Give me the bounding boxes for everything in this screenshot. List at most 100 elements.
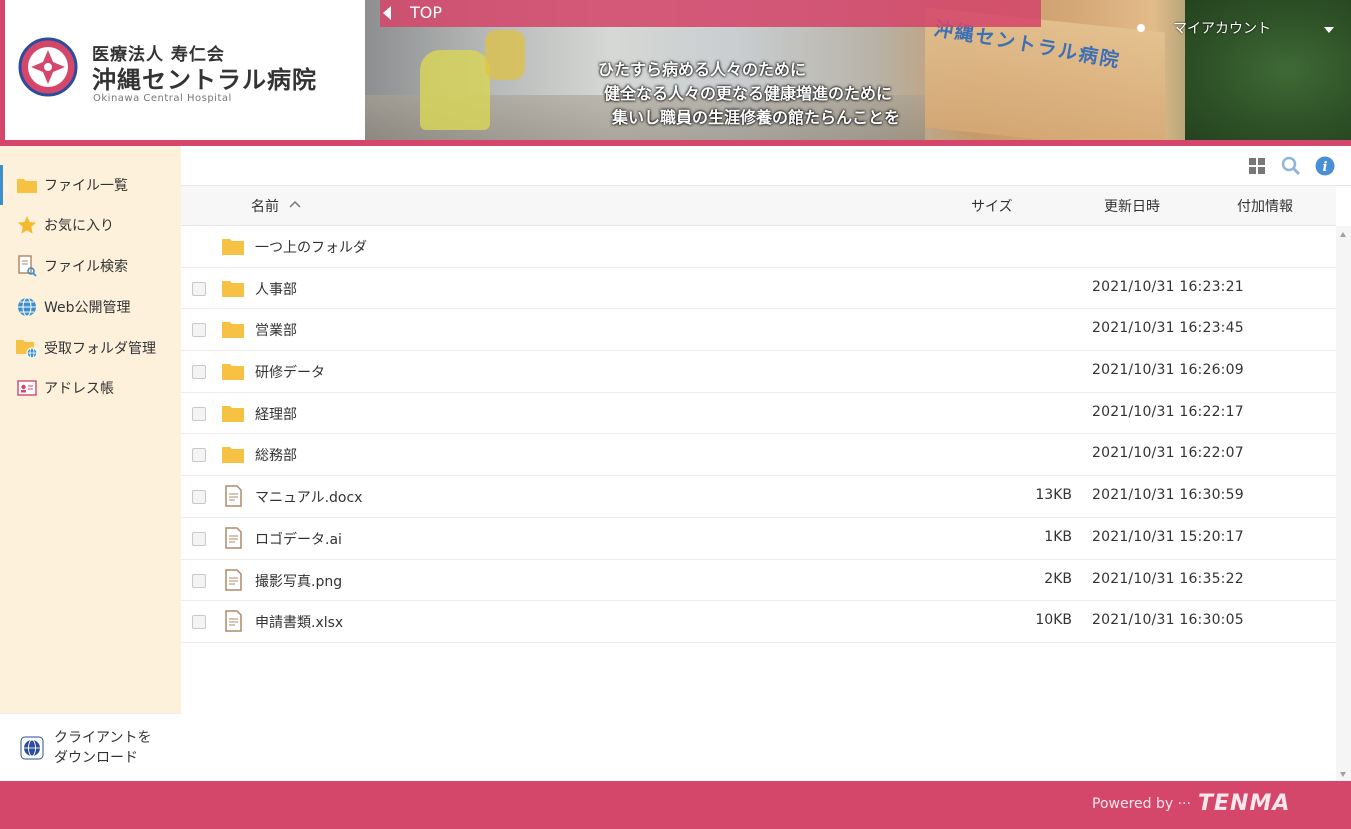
client-download-button[interactable]: クライアントを ダウンロード <box>0 713 181 781</box>
footer: Powered by ··· TENMA <box>0 781 1351 829</box>
file-list-header: 名前 サイズ 更新日時 付加情報 <box>181 186 1336 226</box>
row-checkbox[interactable] <box>192 406 206 421</box>
file-modified: 2021/10/31 16:22:07 <box>1092 445 1244 462</box>
back-arrow-icon[interactable] <box>383 6 391 20</box>
header: 医療法人 寿仁会 沖縄セントラル病院 Okinawa Central Hospi… <box>0 0 1351 146</box>
file-name[interactable]: 営業部 <box>255 320 297 340</box>
sidebar-item-label: ファイル検索 <box>44 259 128 275</box>
folder-icon <box>222 405 244 422</box>
row-checkbox[interactable] <box>192 490 206 505</box>
sidebar-item-label: アドレス帳 <box>44 381 114 397</box>
sidebar-item-file-list[interactable]: ファイル一覧 <box>0 165 181 205</box>
star-icon <box>16 215 38 235</box>
row-checkbox[interactable] <box>192 448 206 463</box>
table-row[interactable]: 経理部 2021/10/31 16:22:17 <box>181 393 1336 435</box>
tagline-line: ひたすら病める人々のために <box>598 60 807 79</box>
tenma-logo: TENMA <box>1198 791 1291 816</box>
table-row[interactable]: 申請書類.xlsx 10KB 2021/10/31 16:30:05 <box>181 601 1336 643</box>
sidebar-item-label: Web公開管理 <box>44 300 131 316</box>
chevron-down-icon[interactable] <box>1324 27 1334 33</box>
client-download-line: クライアントを <box>54 729 152 746</box>
file-name[interactable]: 撮影写真.png <box>255 571 342 591</box>
file-modified: 2021/10/31 16:26:09 <box>1092 362 1244 379</box>
table-row[interactable]: ロゴデータ.ai 1KB 2021/10/31 15:20:17 <box>181 518 1336 560</box>
row-checkbox[interactable] <box>192 573 206 588</box>
file-name[interactable]: ロゴデータ.ai <box>255 529 342 549</box>
sidebar-item-web-publish[interactable]: Web公開管理 <box>0 287 181 327</box>
address-book-icon <box>16 378 38 398</box>
folder-icon <box>222 364 244 381</box>
file-modified: 2021/10/31 16:30:59 <box>1092 487 1244 504</box>
sidebar-item-label: お気に入り <box>44 218 114 234</box>
grid-view-icon[interactable] <box>1247 156 1267 176</box>
document-icon <box>225 568 242 591</box>
top-tab-label[interactable]: TOP <box>410 3 442 22</box>
folder-icon <box>222 280 244 297</box>
file-name[interactable]: 人事部 <box>255 279 297 299</box>
file-name[interactable]: 総務部 <box>255 445 297 465</box>
file-name[interactable]: 申請書類.xlsx <box>255 612 343 632</box>
file-name[interactable]: マニュアル.docx <box>255 487 362 507</box>
column-name-header[interactable]: 名前 <box>251 196 279 216</box>
sidebar-item-favorites[interactable]: お気に入り <box>0 205 181 245</box>
client-download-label: クライアントを ダウンロード <box>54 728 151 768</box>
row-checkbox[interactable] <box>192 615 206 630</box>
hospital-name: 沖縄セントラル病院 <box>92 66 317 94</box>
file-modified: 2021/10/31 16:35:22 <box>1092 570 1244 587</box>
column-modified-header[interactable]: 更新日時 <box>1104 196 1160 216</box>
info-icon[interactable]: i <box>1315 156 1335 176</box>
document-icon <box>225 610 242 632</box>
file-modified: 2021/10/31 16:22:17 <box>1092 403 1244 420</box>
sidebar-item-address-book[interactable]: アドレス帳 <box>0 368 181 408</box>
vertical-scrollbar[interactable] <box>1336 226 1351 781</box>
table-row[interactable]: 撮影写真.png 2KB 2021/10/31 16:35:22 <box>181 560 1336 602</box>
sidebar-item-file-search[interactable]: ファイル検索 <box>0 246 181 286</box>
banner-person <box>485 30 525 80</box>
file-name[interactable]: 研修データ <box>255 362 325 382</box>
file-list: 一つ上のフォルダ 人事部 2021/10/31 16:23:21 営業部 202… <box>181 226 1336 643</box>
row-checkbox[interactable] <box>192 281 206 296</box>
document-icon <box>225 485 242 507</box>
tagline-line: 集いし職員の生涯修養の館たらんことを <box>612 108 901 127</box>
row-checkbox[interactable] <box>192 531 206 546</box>
banner-person <box>420 50 490 130</box>
column-extra-header[interactable]: 付加情報 <box>1237 196 1293 216</box>
sort-ascending-icon[interactable] <box>289 200 301 208</box>
parent-folder-row[interactable]: 一つ上のフォルダ <box>181 226 1336 268</box>
row-checkbox[interactable] <box>192 323 206 338</box>
hospital-logo[interactable]: 医療法人 寿仁会 沖縄セントラル病院 Okinawa Central Hospi… <box>5 0 365 140</box>
table-row[interactable]: 研修データ 2021/10/31 16:26:09 <box>181 351 1336 393</box>
scroll-up-icon[interactable] <box>1340 232 1346 237</box>
folder-icon <box>222 322 244 339</box>
folder-globe-icon <box>16 338 38 358</box>
column-size-header[interactable]: サイズ <box>971 196 1013 216</box>
row-checkbox[interactable] <box>192 365 206 380</box>
my-account-menu[interactable]: マイアカウント <box>1137 18 1271 38</box>
file-modified: 2021/10/31 15:20:17 <box>1092 528 1244 545</box>
sidebar-item-receive-folder[interactable]: 受取フォルダ管理 <box>0 328 181 368</box>
sidebar-item-label: 受取フォルダ管理 <box>44 341 156 357</box>
globe-icon <box>16 297 38 317</box>
file-size: 2KB <box>1044 570 1072 587</box>
table-row[interactable]: 総務部 2021/10/31 16:22:07 <box>181 434 1336 477</box>
sidebar-item-label: ファイル一覧 <box>44 178 128 194</box>
scroll-down-icon[interactable] <box>1340 772 1346 777</box>
top-tab[interactable] <box>380 0 1041 27</box>
parent-folder-label[interactable]: 一つ上のフォルダ <box>255 237 367 257</box>
powered-by-label: Powered by ··· <box>1092 796 1191 812</box>
table-row[interactable]: 人事部 2021/10/31 16:23:21 <box>181 268 1336 310</box>
sidebar: ファイル一覧 お気に入り ファイル検索 Web公開管理 受取フォルダ管理 アドレ… <box>0 146 181 781</box>
banner-tagline: ひたすら病める人々のために 健全なる人々の更なる健康増進のために 集いし職員の生… <box>598 58 900 130</box>
my-account-label[interactable]: マイアカウント <box>1173 18 1271 38</box>
search-icon[interactable] <box>1281 156 1301 176</box>
svg-text:i: i <box>1323 160 1328 175</box>
hospital-name-en: Okinawa Central Hospital <box>93 93 232 104</box>
file-modified: 2021/10/31 16:23:21 <box>1092 278 1244 295</box>
file-modified: 2021/10/31 16:30:05 <box>1092 612 1244 629</box>
emblem-icon <box>18 37 78 97</box>
client-download-icon <box>20 736 44 759</box>
table-row[interactable]: マニュアル.docx 13KB 2021/10/31 16:30:59 <box>181 476 1336 518</box>
table-row[interactable]: 営業部 2021/10/31 16:23:45 <box>181 309 1336 352</box>
file-name[interactable]: 経理部 <box>255 404 297 424</box>
file-size: 1KB <box>1044 528 1072 545</box>
